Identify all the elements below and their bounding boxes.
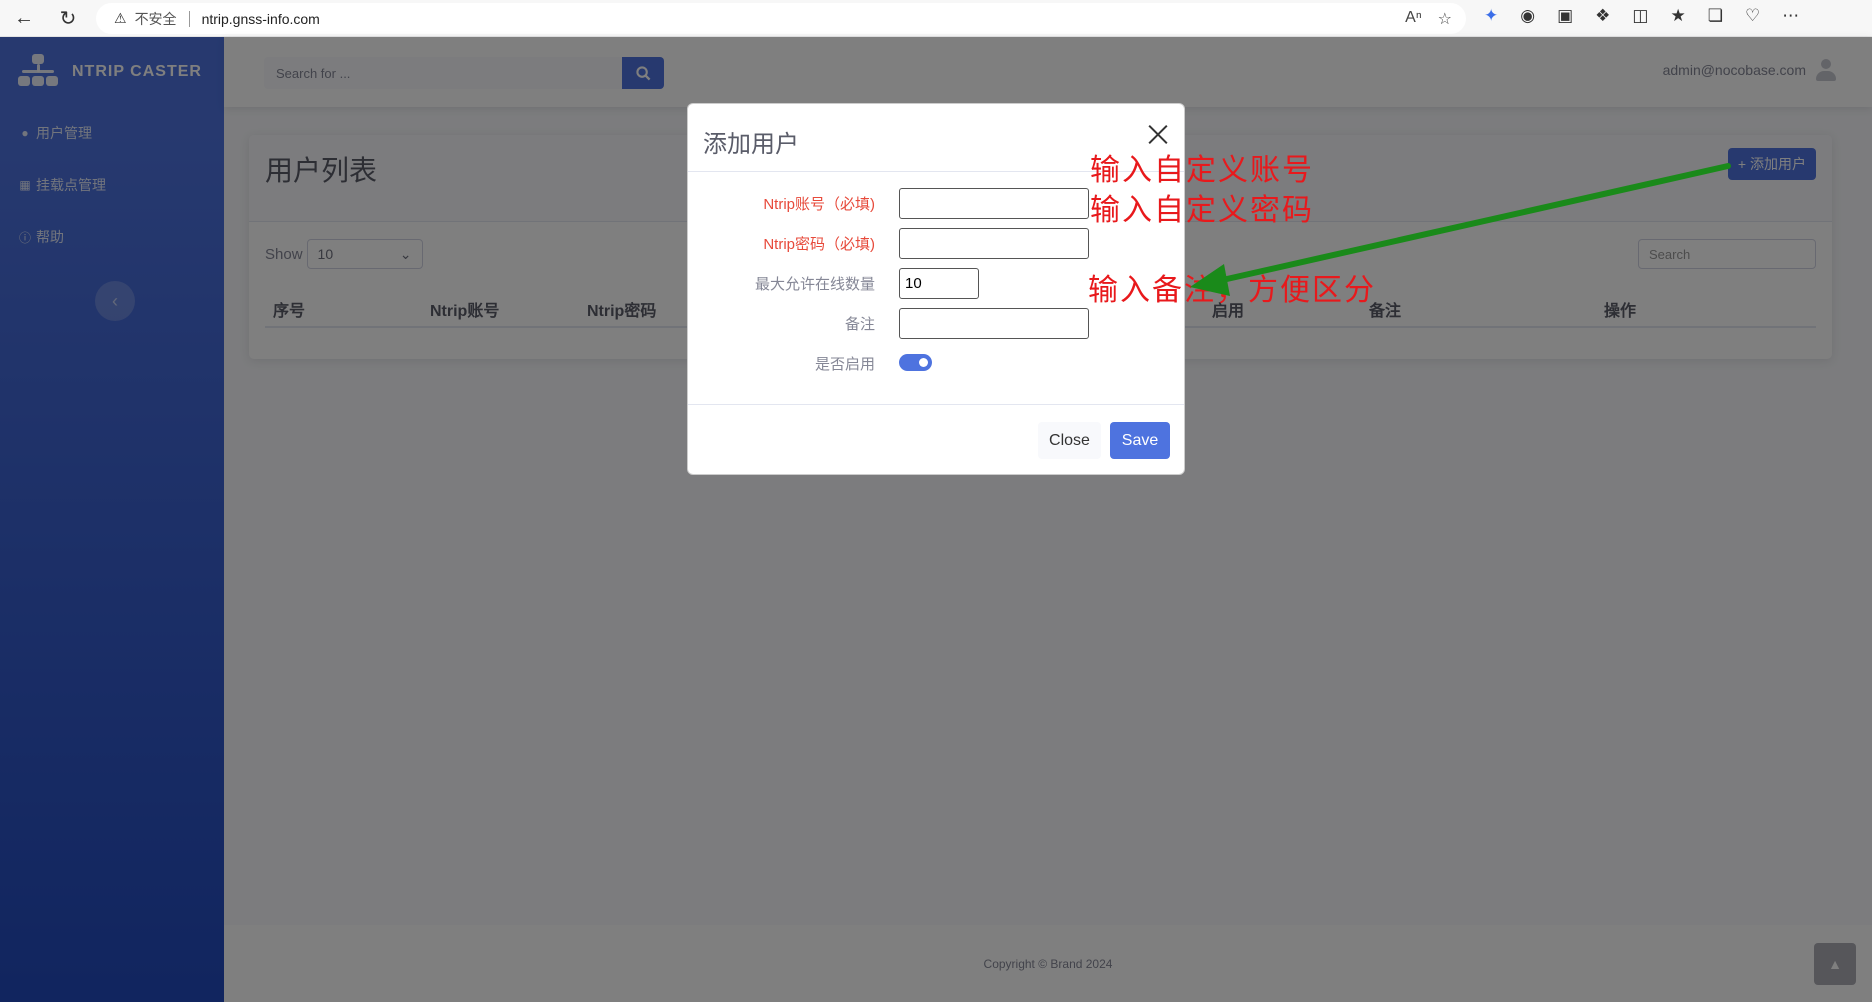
split-screen-icon[interactable]: ◫: [1632, 6, 1648, 26]
enabled-toggle[interactable]: [899, 354, 932, 371]
max-online-label: 最大允许在线数量: [754, 276, 875, 293]
warning-icon: ⚠: [114, 10, 127, 26]
favorite-star-icon[interactable]: ☆: [1438, 9, 1452, 29]
favorites-icon[interactable]: ★: [1670, 6, 1685, 26]
annotation-remark: 输入备注，方便区分: [1088, 273, 1376, 308]
close-button[interactable]: Close: [1038, 422, 1101, 459]
annotation-account: 输入自定义账号: [1090, 153, 1314, 188]
close-icon[interactable]: [1146, 122, 1170, 146]
account-label: Ntrip账号（必填): [763, 196, 875, 213]
browser-essentials-icon[interactable]: ♡: [1745, 6, 1760, 26]
password-label: Ntrip密码（必填): [763, 236, 875, 253]
remark-label: 备注: [844, 316, 875, 333]
read-aloud-icon[interactable]: Aⁿ: [1405, 9, 1422, 29]
remark-input[interactable]: [899, 308, 1089, 339]
password-input[interactable]: [899, 228, 1089, 259]
form-row-enabled: 是否启用: [688, 346, 1186, 378]
url-text: ntrip.gnss-info.com: [201, 10, 320, 27]
form-row-password: Ntrip密码（必填): [688, 226, 1186, 259]
address-separator: [188, 10, 190, 27]
back-arrow-icon[interactable]: ←: [12, 6, 36, 30]
modal-footer: Close Save: [688, 404, 1184, 474]
extension-search-icon[interactable]: ◉: [1520, 6, 1535, 26]
collections-icon[interactable]: ❏: [1708, 6, 1723, 26]
modal-title: 添加用户: [703, 131, 799, 158]
more-menu-icon[interactable]: ⋯: [1782, 6, 1799, 26]
extension-game-icon[interactable]: ▣: [1557, 6, 1573, 26]
modal-backdrop[interactable]: 添加用户 Ntrip账号（必填) Ntrip密码（必填) 最大允许在线数量 10…: [0, 37, 1872, 1002]
account-input[interactable]: [899, 188, 1089, 219]
address-bar[interactable]: ⚠ 不安全 ntrip.gnss-info.com Aⁿ ☆: [96, 3, 1466, 34]
enabled-label: 是否启用: [814, 356, 875, 373]
extensions-puzzle-icon[interactable]: ❖: [1595, 6, 1610, 26]
annotation-password: 输入自定义密码: [1090, 193, 1314, 228]
security-label: 不安全: [134, 10, 177, 27]
browser-toolbar: ← ↻ ⚠ 不安全 ntrip.gnss-info.com Aⁿ ☆ ✦ ◉ ▣…: [0, 0, 1872, 37]
extension-pin-icon[interactable]: ✦: [1484, 6, 1498, 26]
form-row-remark: 备注: [688, 306, 1186, 339]
save-button[interactable]: Save: [1110, 422, 1170, 459]
max-online-input[interactable]: 10: [899, 268, 979, 299]
reload-icon[interactable]: ↻: [56, 6, 80, 30]
